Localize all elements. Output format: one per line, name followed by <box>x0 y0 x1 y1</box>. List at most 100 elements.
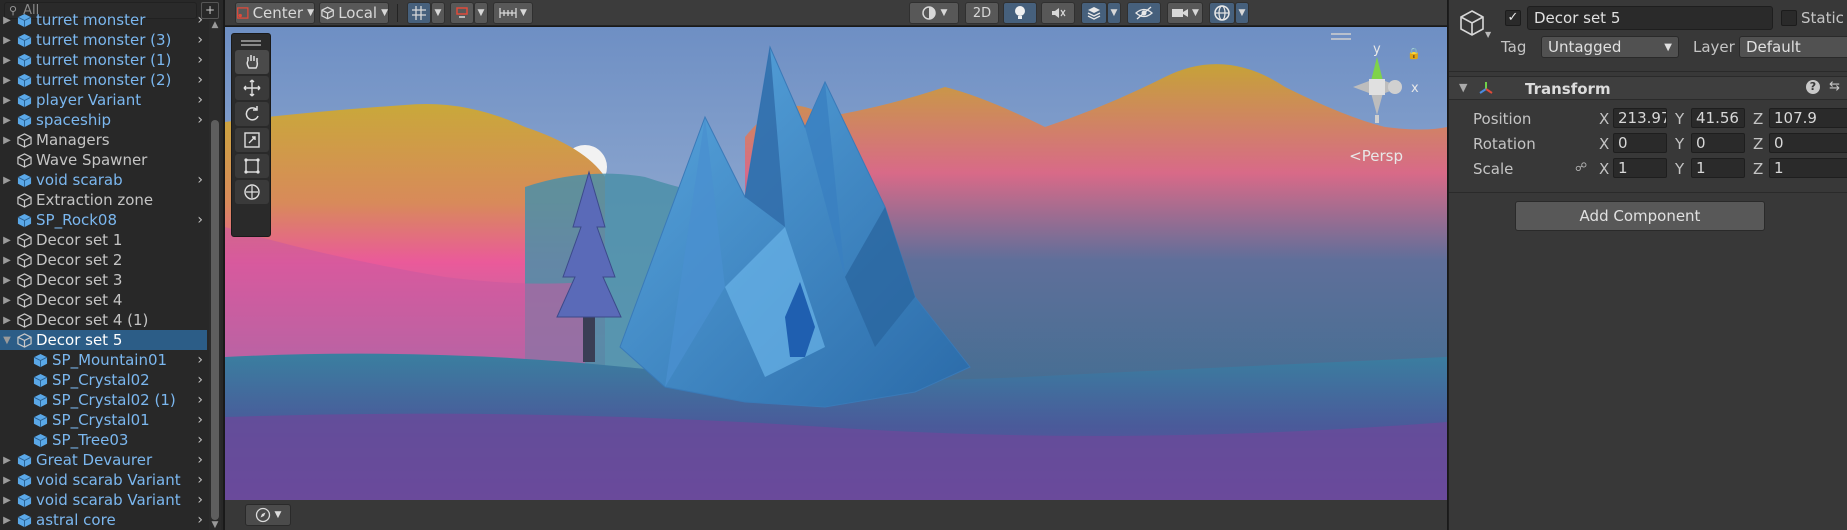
gizmo-center-cube[interactable] <box>1369 79 1385 95</box>
hand-tool-button[interactable] <box>235 50 269 74</box>
open-prefab-arrow-icon[interactable]: › <box>197 212 203 228</box>
position-y-field[interactable]: 41.56 <box>1691 108 1745 128</box>
fold-open-icon[interactable]: ▼ <box>0 335 14 346</box>
rotation-z-field[interactable]: 0 <box>1769 133 1847 153</box>
add-component-button[interactable]: Add Component <box>1515 201 1765 231</box>
open-prefab-arrow-icon[interactable]: › <box>197 92 203 108</box>
fold-closed-icon[interactable]: ▶ <box>0 315 14 326</box>
tag-dropdown[interactable]: Untagged ▼ <box>1541 36 1679 58</box>
presets-icon[interactable]: ⇆ <box>1829 79 1840 94</box>
fold-closed-icon[interactable]: ▶ <box>0 295 14 306</box>
projection-toggle[interactable]: <Persp <box>1349 147 1403 165</box>
layer-dropdown[interactable]: Default <box>1739 36 1847 58</box>
fold-closed-icon[interactable]: ▶ <box>0 75 14 86</box>
move-tool-button[interactable] <box>235 76 269 100</box>
rotate-tool-button[interactable] <box>235 102 269 126</box>
hierarchy-item[interactable]: ▶ Decor set 4 <box>0 290 207 310</box>
overlay-menu-button[interactable]: ▼ <box>245 504 291 526</box>
hierarchy-item[interactable]: ▶ turret monster (3) › <box>0 30 207 50</box>
scene-effects-dropdown[interactable]: ▼ <box>1107 2 1121 24</box>
gameobject-cube-icon[interactable] <box>1457 8 1487 38</box>
hierarchy-item[interactable]: ▶ turret monster (2) › <box>0 70 207 90</box>
scene-render[interactable] <box>225 27 1447 500</box>
open-prefab-arrow-icon[interactable]: › <box>197 412 203 428</box>
scale-tool-button[interactable] <box>235 128 269 152</box>
axis-y-label[interactable]: Y <box>1675 135 1684 153</box>
hierarchy-item[interactable]: Extraction zone <box>0 190 207 210</box>
open-prefab-arrow-icon[interactable]: › <box>197 32 203 48</box>
grid-snap-button[interactable] <box>407 2 431 24</box>
fold-triangle-icon[interactable]: ▼ <box>1459 81 1467 94</box>
open-prefab-arrow-icon[interactable]: › <box>197 492 203 508</box>
hierarchy-item[interactable]: ▶ void scarab Variant › <box>0 490 207 510</box>
hierarchy-item[interactable]: ▶ player Variant › <box>0 90 207 110</box>
fold-closed-icon[interactable]: ▶ <box>0 235 14 246</box>
fold-closed-icon[interactable]: ▶ <box>0 495 14 506</box>
constrain-proportions-icon[interactable]: ☍ <box>1575 160 1587 174</box>
fold-closed-icon[interactable]: ▶ <box>0 455 14 466</box>
axis-y-label[interactable]: Y <box>1675 160 1684 178</box>
axis-z-label[interactable]: Z <box>1753 160 1763 178</box>
hierarchy-scroll-thumb[interactable] <box>211 120 219 520</box>
gizmo-neg-y-axis[interactable] <box>1371 93 1383 115</box>
hierarchy-item[interactable]: ▶ Managers <box>0 130 207 150</box>
transform-tool-button[interactable] <box>235 180 269 204</box>
hierarchy-item[interactable]: ▶ Decor set 2 <box>0 250 207 270</box>
hierarchy-item[interactable]: ▶ Decor set 1 <box>0 230 207 250</box>
scale-z-field[interactable]: 1 <box>1769 158 1847 178</box>
fold-closed-icon[interactable]: ▶ <box>0 515 14 526</box>
open-prefab-arrow-icon[interactable]: › <box>197 452 203 468</box>
fold-closed-icon[interactable]: ▶ <box>0 15 14 26</box>
axis-x-label[interactable]: X <box>1599 110 1609 128</box>
hierarchy-item[interactable]: ▶ void scarab › <box>0 170 207 190</box>
axis-x-label[interactable]: X <box>1599 135 1609 153</box>
position-z-field[interactable]: 107.9 <box>1769 108 1847 128</box>
transform-component-header[interactable]: ▼ Transform ? ⇆ <box>1449 76 1847 100</box>
scroll-up-icon[interactable]: ▲ <box>209 20 221 30</box>
open-prefab-arrow-icon[interactable]: › <box>197 392 203 408</box>
gizmos-button[interactable] <box>1209 2 1235 24</box>
axis-z-label[interactable]: Z <box>1753 110 1763 128</box>
static-checkbox[interactable] <box>1781 10 1797 26</box>
scene-effects-button[interactable] <box>1081 2 1107 24</box>
gizmo-y-axis[interactable] <box>1371 57 1383 81</box>
gizmos-dropdown[interactable]: ▼ <box>1235 2 1249 24</box>
open-prefab-arrow-icon[interactable]: › <box>197 12 203 28</box>
hierarchy-item[interactable]: SP_Crystal02 (1) › <box>0 390 207 410</box>
hierarchy-item[interactable]: SP_Crystal02 › <box>0 370 207 390</box>
fold-closed-icon[interactable]: ▶ <box>0 275 14 286</box>
open-prefab-arrow-icon[interactable]: › <box>197 472 203 488</box>
fold-closed-icon[interactable]: ▶ <box>0 115 14 126</box>
space-mode-dropdown[interactable]: Local ▼ <box>319 2 389 24</box>
scroll-down-icon[interactable]: ▼ <box>209 520 221 530</box>
hierarchy-item[interactable]: ▶ spaceship › <box>0 110 207 130</box>
rotation-x-field[interactable]: 0 <box>1613 133 1667 153</box>
scene-lighting-button[interactable] <box>1003 2 1037 24</box>
scene-visibility-button[interactable] <box>1127 2 1161 24</box>
axis-y-label[interactable]: Y <box>1675 110 1684 128</box>
grid-snap-dropdown[interactable]: ▼ <box>431 2 445 24</box>
open-prefab-arrow-icon[interactable]: › <box>197 432 203 448</box>
hierarchy-item[interactable]: ▶ Decor set 3 <box>0 270 207 290</box>
axis-z-label[interactable]: Z <box>1753 135 1763 153</box>
open-prefab-arrow-icon[interactable]: › <box>197 172 203 188</box>
fold-closed-icon[interactable]: ▶ <box>0 95 14 106</box>
scale-y-field[interactable]: 1 <box>1691 158 1745 178</box>
hierarchy-item[interactable]: ▶ astral core › <box>0 510 207 530</box>
hierarchy-item[interactable]: SP_Rock08 › <box>0 210 207 230</box>
orientation-gizmo[interactable]: y x <box>1331 37 1427 147</box>
help-icon[interactable]: ? <box>1806 80 1820 94</box>
hierarchy-item[interactable]: Wave Spawner <box>0 150 207 170</box>
hierarchy-item[interactable]: ▶ void scarab Variant › <box>0 470 207 490</box>
hierarchy-item[interactable]: SP_Mountain01 › <box>0 350 207 370</box>
hierarchy-item[interactable]: ▶ Great Devaurer › <box>0 450 207 470</box>
increment-snap-dropdown[interactable]: ▼ <box>474 2 488 24</box>
scene-viewport[interactable]: 🔒 y x <Persp <box>225 27 1447 500</box>
fold-closed-icon[interactable]: ▶ <box>0 135 14 146</box>
hierarchy-item[interactable]: ▶ turret monster › <box>0 10 207 30</box>
scene-audio-button[interactable] <box>1041 2 1075 24</box>
hierarchy-item[interactable]: SP_Crystal01 › <box>0 410 207 430</box>
fold-closed-icon[interactable]: ▶ <box>0 175 14 186</box>
rotation-y-field[interactable]: 0 <box>1691 133 1745 153</box>
pivot-mode-dropdown[interactable]: Center ▼ <box>235 2 315 24</box>
